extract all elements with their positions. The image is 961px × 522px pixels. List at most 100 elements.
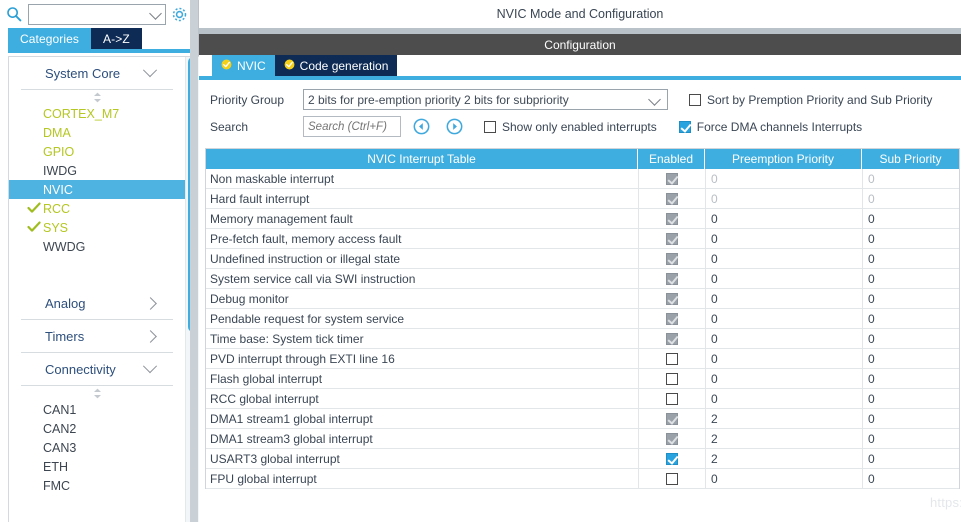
preemption-priority-cell[interactable]: 0 (705, 369, 862, 388)
table-row[interactable]: RCC global interrupt 0 0 (206, 389, 959, 409)
table-row[interactable]: PVD interrupt through EXTI line 16 0 0 (206, 349, 959, 369)
table-header-enabled[interactable]: Enabled (638, 149, 705, 169)
tree-group-timers[interactable]: Timers (21, 320, 173, 353)
preemption-priority-cell[interactable]: 0 (705, 189, 862, 208)
preemption-priority-cell[interactable]: 0 (705, 249, 862, 268)
table-header-sub[interactable]: Sub Priority (862, 149, 959, 169)
enabled-cell[interactable] (638, 329, 705, 348)
preemption-priority-cell[interactable]: 0 (705, 469, 862, 488)
enabled-cell[interactable] (638, 449, 705, 468)
sub-priority-cell[interactable]: 0 (862, 269, 959, 288)
enabled-checkbox[interactable] (666, 392, 678, 405)
sub-priority-cell[interactable]: 0 (862, 169, 959, 188)
sub-priority-cell[interactable]: 0 (862, 389, 959, 408)
enabled-cell[interactable] (638, 309, 705, 328)
sidebar-item-gpio[interactable]: GPIO (9, 142, 185, 161)
circle-left-arrow-icon[interactable] (413, 118, 430, 135)
enabled-checkbox[interactable] (666, 272, 678, 285)
gear-icon[interactable] (166, 2, 192, 26)
table-row[interactable]: Pre-fetch fault, memory access fault 0 0 (206, 229, 959, 249)
sidebar-item-fmc[interactable]: FMC (9, 476, 185, 495)
table-row[interactable]: Non maskable interrupt 0 0 (206, 169, 959, 189)
enabled-checkbox[interactable] (666, 192, 678, 205)
table-row[interactable]: Debug monitor 0 0 (206, 289, 959, 309)
preemption-priority-cell[interactable]: 0 (705, 309, 862, 328)
table-row[interactable]: System service call via SWI instruction 0… (206, 269, 959, 289)
enabled-checkbox[interactable] (666, 332, 678, 345)
sub-priority-cell[interactable]: 0 (862, 429, 959, 448)
enabled-cell[interactable] (638, 269, 705, 288)
force-dma-checkbox[interactable]: Force DMA channels Interrupts (678, 120, 862, 134)
sub-priority-cell[interactable]: 0 (862, 329, 959, 348)
sidebar-item-wwdg[interactable]: WWDG (9, 237, 185, 256)
sidebar-item-can2[interactable]: CAN2 (9, 419, 185, 438)
enabled-cell[interactable] (638, 409, 705, 428)
sidebar-item-nvic[interactable]: NVIC (9, 180, 185, 199)
tree-group-analog[interactable]: Analog (21, 287, 173, 320)
interrupt-search-input[interactable] (304, 117, 400, 137)
preemption-priority-cell[interactable]: 0 (705, 389, 862, 408)
enabled-checkbox[interactable] (666, 352, 678, 365)
sidebar-item-rcc[interactable]: RCC (9, 199, 185, 218)
enabled-checkbox[interactable] (666, 372, 678, 385)
enabled-checkbox[interactable] (666, 312, 678, 325)
enabled-cell[interactable] (638, 249, 705, 268)
table-row[interactable]: Hard fault interrupt 0 0 (206, 189, 959, 209)
sort-by-priority-checkbox[interactable]: Sort by Premption Priority and Sub Prior… (689, 93, 932, 107)
sub-priority-cell[interactable]: 0 (862, 289, 959, 308)
sub-priority-cell[interactable]: 0 (862, 209, 959, 228)
enabled-checkbox[interactable] (666, 452, 678, 465)
sidebar-outer-scrollbar[interactable] (190, 0, 198, 522)
sub-priority-cell[interactable]: 0 (862, 449, 959, 468)
tree-scroll-up-spinner-2[interactable] (9, 386, 185, 400)
sub-priority-cell[interactable]: 0 (862, 249, 959, 268)
enabled-cell[interactable] (638, 469, 705, 488)
preemption-priority-cell[interactable]: 0 (705, 169, 862, 188)
enabled-cell[interactable] (638, 369, 705, 388)
interrupt-search-field[interactable] (303, 116, 401, 137)
sidebar-item-can3[interactable]: CAN3 (9, 438, 185, 457)
preemption-priority-cell[interactable]: 2 (705, 429, 862, 448)
tab-nvic[interactable]: NVIC (212, 55, 275, 76)
preemption-priority-cell[interactable]: 0 (705, 329, 862, 348)
tab-a-to-z[interactable]: A->Z (91, 28, 142, 49)
table-row[interactable]: DMA1 stream1 global interrupt 2 0 (206, 409, 959, 429)
tree-group-connectivity[interactable]: Connectivity (21, 353, 173, 386)
enabled-checkbox[interactable] (666, 212, 678, 225)
enabled-cell[interactable] (638, 429, 705, 448)
table-row[interactable]: USART3 global interrupt 2 0 (206, 449, 959, 469)
preemption-priority-cell[interactable]: 0 (705, 229, 862, 248)
enabled-checkbox[interactable] (666, 172, 678, 185)
sidebar-item-dma[interactable]: DMA (9, 123, 185, 142)
enabled-cell[interactable] (638, 169, 705, 188)
sidebar-item-eth[interactable]: ETH (9, 457, 185, 476)
enabled-checkbox[interactable] (666, 432, 678, 445)
show-only-enabled-checkbox[interactable]: Show only enabled interrupts (484, 120, 657, 134)
enabled-checkbox[interactable] (666, 232, 678, 245)
sidebar-search-combo[interactable] (28, 3, 166, 25)
tab-code-generation[interactable]: Code generation (274, 55, 398, 76)
table-row[interactable]: Flash global interrupt 0 0 (206, 369, 959, 389)
sidebar-item-cortex-m7[interactable]: CORTEX_M7 (9, 104, 185, 123)
enabled-checkbox[interactable] (666, 472, 678, 485)
enabled-checkbox[interactable] (666, 412, 678, 425)
table-row[interactable]: Memory management fault 0 0 (206, 209, 959, 229)
sidebar-item-iwdg[interactable]: IWDG (9, 161, 185, 180)
enabled-checkbox[interactable] (666, 252, 678, 265)
enabled-cell[interactable] (638, 289, 705, 308)
sub-priority-cell[interactable]: 0 (862, 349, 959, 368)
sidebar-item-can1[interactable]: CAN1 (9, 400, 185, 419)
enabled-cell[interactable] (638, 349, 705, 368)
table-header-preemption[interactable]: Preemption Priority (705, 149, 862, 169)
preemption-priority-cell[interactable]: 0 (705, 209, 862, 228)
sidebar-item-sys[interactable]: SYS (9, 218, 185, 237)
circle-right-arrow-icon[interactable] (446, 118, 463, 135)
enabled-cell[interactable] (638, 189, 705, 208)
sub-priority-cell[interactable]: 0 (862, 369, 959, 388)
table-row[interactable]: Undefined instruction or illegal state 0 0 (206, 249, 959, 269)
table-row[interactable]: Time base: System tick timer 0 0 (206, 329, 959, 349)
sub-priority-cell[interactable]: 0 (862, 189, 959, 208)
enabled-cell[interactable] (638, 389, 705, 408)
preemption-priority-cell[interactable]: 0 (705, 349, 862, 368)
enabled-cell[interactable] (638, 209, 705, 228)
